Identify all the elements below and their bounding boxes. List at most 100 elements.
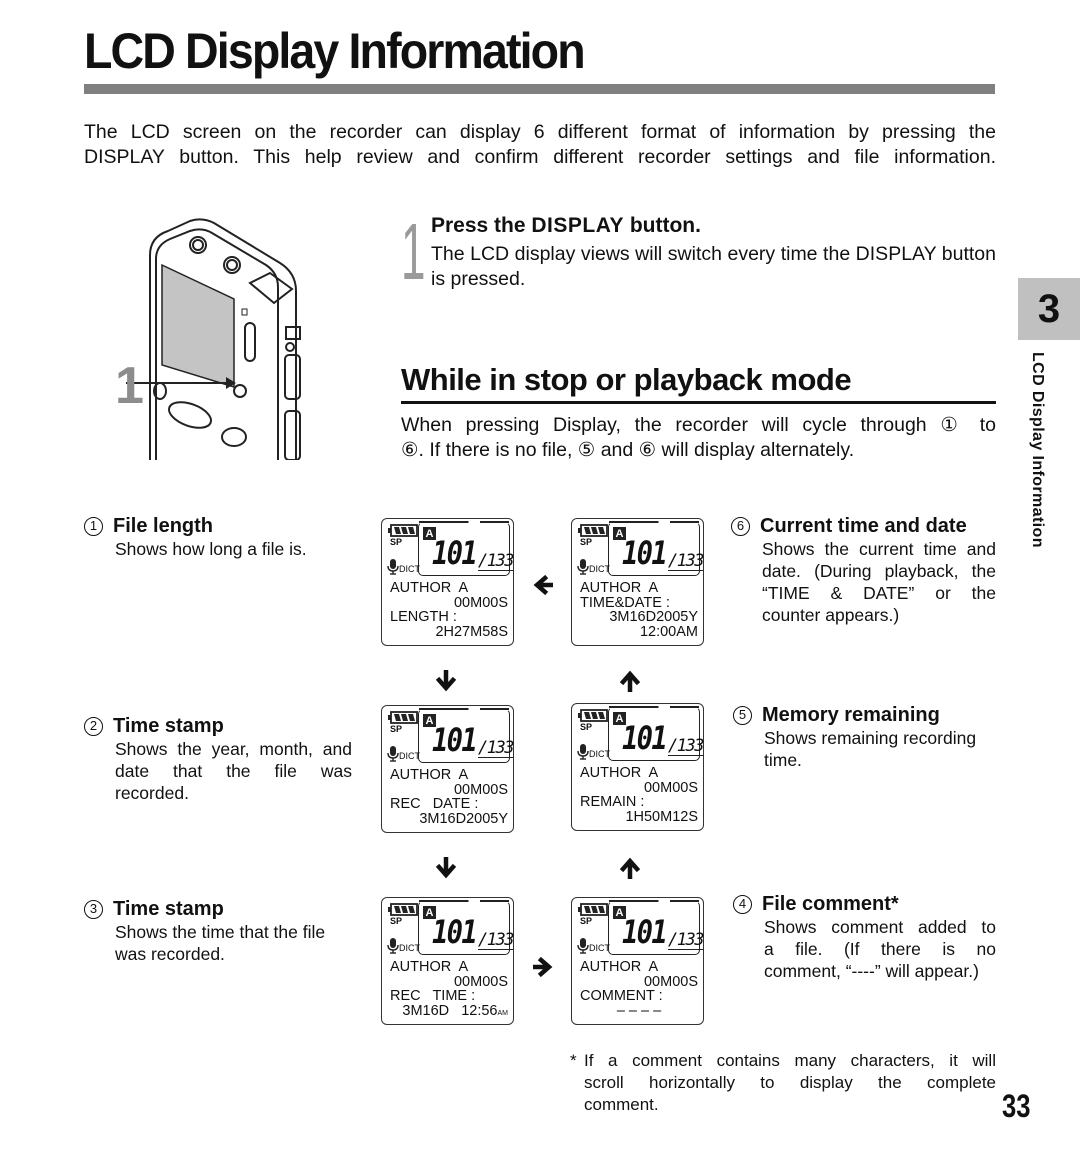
desc-time-stamp-time: 3 Time stamp Shows the time that the file… <box>84 897 352 965</box>
lcd-screen-2: SP A DICT 101/133 AUTHOR A 00M00S REC DATE :3M… <box>381 705 514 833</box>
desc-file-comment: 4 File comment* Shows comment added to a … <box>733 892 996 982</box>
desc-memory-remaining: 5 Memory remaining Shows remaining record… <box>733 703 996 771</box>
desc-title: Current time and date <box>760 515 967 537</box>
arrow-down-icon <box>435 854 457 879</box>
desc-current-time-date: 6 Current time and date Shows the current… <box>731 514 996 626</box>
desc-line: date that the file was <box>115 761 352 781</box>
microphone-icon <box>387 746 399 762</box>
lcd-mode: SP <box>580 916 593 926</box>
lcd-info-value-2: 12:00AM <box>639 623 698 640</box>
step-heading-prefix: Press the <box>431 214 532 237</box>
lcd-info-label: COMMENT : <box>580 988 663 1004</box>
footnote-line: scroll horizontally to display the compl… <box>584 1073 996 1092</box>
lcd-info-label: LENGTH : <box>390 609 457 625</box>
lcd-mic-mode: DICT <box>399 943 420 953</box>
lcd-author: AUTHOR A <box>390 580 469 596</box>
lcd-screen-5: SP A DICT 101/133 AUTHOR A 00M00S REMAIN :1H50… <box>571 703 704 831</box>
desc-line: Shows remaining recording <box>764 728 977 748</box>
lcd-text-lines: AUTHOR A 00M00S LENGTH :2H27M58S <box>390 581 508 639</box>
title-divider <box>84 84 995 94</box>
lcd-counter: 00M00S <box>453 781 508 798</box>
lcd-info-value: 3M16D 12:56AM <box>390 1003 508 1022</box>
chapter-tab[interactable]: 3 <box>1018 278 1080 340</box>
item-number-badge: 6 <box>731 516 750 536</box>
microphone-icon <box>577 938 589 954</box>
desc-line: “TIME & DATE” or the <box>762 583 996 603</box>
item-number-badge: 5 <box>733 705 752 725</box>
desc-line: time. <box>764 750 802 770</box>
item-number-badge: 3 <box>84 899 103 919</box>
desc-line: a file. (If there is no <box>764 939 996 959</box>
page-title: LCD Display Information <box>84 23 586 79</box>
lcd-counter: 00M00S <box>453 594 508 611</box>
lcd-text-lines: AUTHOR A 00M00S REC TIME :3M16D 12:56AM <box>390 960 508 1021</box>
battery-icon <box>578 903 608 916</box>
section-body-line: When pressing Display, the recorder will… <box>401 414 996 436</box>
step-heading: Press the DISPLAY button. <box>431 214 701 238</box>
battery-icon <box>388 711 418 724</box>
lcd-file-number: 101 <box>622 913 668 951</box>
desc-line: Shows the time that the file <box>115 922 326 942</box>
lcd-file-number: 101 <box>622 534 668 572</box>
item-number-badge: 4 <box>733 894 752 914</box>
intro-line: DISPLAY button. This help review and con… <box>84 146 996 168</box>
desc-title: File comment* <box>762 893 899 915</box>
lcd-total-files: /133 <box>668 551 704 571</box>
battery-icon <box>388 524 418 537</box>
battery-icon <box>388 903 418 916</box>
lcd-mic-mode: DICT <box>589 943 610 953</box>
lcd-info-label: REC TIME : <box>390 988 476 1004</box>
desc-line: counter appears.) <box>762 605 900 625</box>
microphone-icon <box>387 938 399 954</box>
lcd-text-lines: AUTHOR A 00M00S COMMENT : – – – – <box>580 960 698 1018</box>
microphone-icon <box>387 559 399 575</box>
lcd-info-value: 1H50M12S <box>625 808 698 825</box>
lcd-screen-6: SP A DICT 101/133 AUTHOR A TIME&DATE :3M16D20… <box>571 518 704 646</box>
microphone-icon <box>577 559 589 575</box>
arrow-down-icon <box>435 667 457 692</box>
chapter-label: LCD Display Information <box>1029 352 1046 548</box>
desc-title: Time stamp <box>113 715 224 737</box>
lcd-info-value: 3M16D2005Y <box>609 609 698 625</box>
footnote-line: comment. <box>584 1095 659 1114</box>
arrow-up-icon <box>619 670 641 695</box>
lcd-info-value: – – – – <box>616 1002 662 1019</box>
lcd-mic-mode: DICT <box>399 751 420 761</box>
lcd-counter: 00M00S <box>643 779 698 796</box>
lcd-file-number: 101 <box>432 534 478 572</box>
lcd-info-value: 3M16D2005Y <box>419 810 508 827</box>
microphone-icon <box>577 744 589 760</box>
lcd-counter: 00M00S <box>453 973 508 990</box>
desc-title: Time stamp <box>113 898 224 920</box>
lcd-info-label: REMAIN : <box>580 794 645 810</box>
desc-title: Memory remaining <box>762 704 940 726</box>
footnote-marker: * <box>570 1051 577 1070</box>
section-body-line: ⑥. If there is no file, ⑤ and ⑥ will dis… <box>401 439 855 461</box>
illustration-step-callout: 1 <box>115 357 144 415</box>
desc-line: Shows the year, month, and <box>115 739 352 759</box>
lcd-text-lines: AUTHOR A TIME&DATE :3M16D2005Y 12:00AM <box>580 581 698 639</box>
lcd-author: AUTHOR A <box>390 767 469 783</box>
arrow-left-icon <box>533 574 556 596</box>
step-number: 1 <box>401 207 426 296</box>
desc-file-length: 1 File length Shows how long a file is. <box>84 514 352 560</box>
item-number-badge: 2 <box>84 716 103 736</box>
voice-recorder-icon <box>126 218 301 461</box>
section-body: When pressing Display, the recorder will… <box>401 413 996 463</box>
section-title: While in stop or playback mode <box>401 362 852 397</box>
intro-paragraph: The LCD screen on the recorder can displ… <box>84 120 996 170</box>
lcd-file-number: 101 <box>622 719 668 757</box>
arrow-right-icon <box>530 956 553 978</box>
desc-time-stamp-date: 2 Time stamp Shows the year, month, and d… <box>84 714 352 804</box>
arrow-up-icon <box>619 857 641 882</box>
lcd-file-number: 101 <box>432 721 478 759</box>
lcd-mic-mode: DICT <box>589 564 610 574</box>
desc-line: comment, “----” will appear.) <box>764 961 979 981</box>
battery-icon <box>578 524 608 537</box>
desc-line: Shows comment added to <box>764 917 996 937</box>
lcd-info-label: REC DATE : <box>390 796 479 812</box>
lcd-mode: SP <box>390 724 403 734</box>
lcd-text-lines: AUTHOR A 00M00S REMAIN :1H50M12S <box>580 766 698 824</box>
lcd-counter: 00M00S <box>643 973 698 990</box>
lcd-info-value: 2H27M58S <box>435 623 508 640</box>
